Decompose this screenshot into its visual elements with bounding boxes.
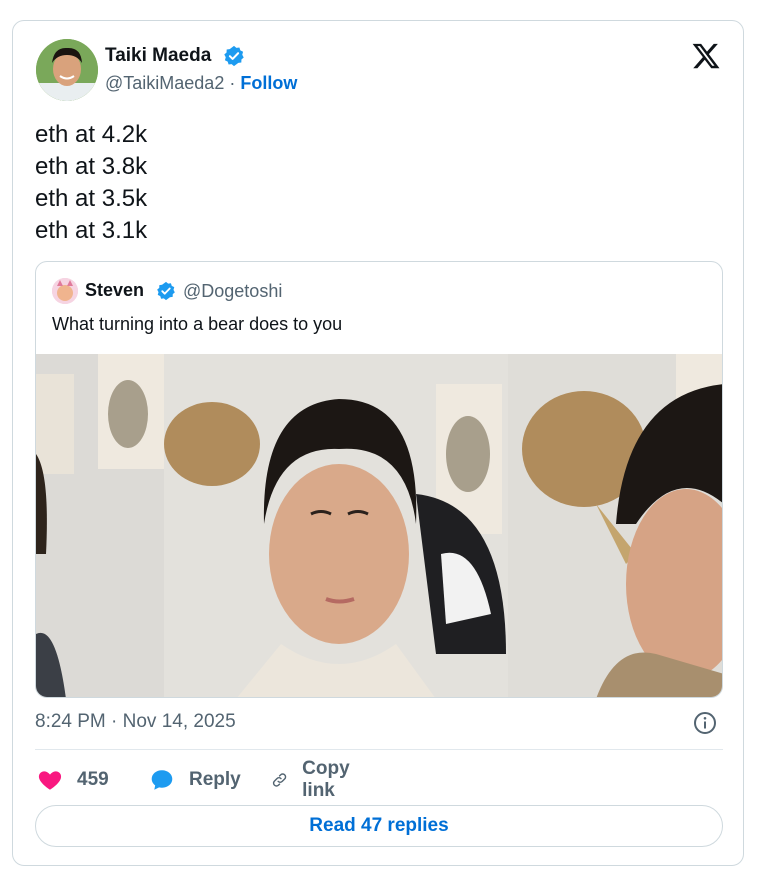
quoted-author-handle[interactable]: @Dogetoshi [183,281,282,302]
reply-bubble-icon [151,770,173,790]
x-logo-icon[interactable] [691,41,721,71]
tweet-text: eth at 4.2k eth at 3.8k eth at 3.5k eth … [35,119,147,247]
author-avatar[interactable] [36,39,98,101]
author-handle[interactable]: @TaikiMaeda2 [105,73,224,93]
quoted-tweet-text: What turning into a bear does to you [52,314,343,334]
author-name[interactable]: Taiki Maeda [105,45,211,67]
copy-link-label: Copy link [302,758,350,801]
tweet-line: eth at 3.5k [35,185,148,212]
reply-label: Reply [189,769,241,790]
read-replies-button[interactable]: Read 47 replies [35,805,723,847]
link-icon [272,773,287,787]
copy-link-button[interactable]: Copy link [271,758,359,801]
divider [35,749,723,750]
tweet-line: eth at 3.1k [35,217,148,244]
reply-button[interactable]: Reply [149,763,241,797]
tweet-timestamp[interactable]: 8:24 PM · Nov 14, 2025 [35,711,236,733]
heart-icon [38,771,62,790]
info-icon[interactable] [693,711,717,735]
tweet-line: eth at 3.8k [35,153,148,180]
author-handle-row: @TaikiMaeda2 · Follow [105,73,297,94]
tweet-card: Taiki Maeda @TaikiMaeda2 · Follow eth at… [12,20,744,866]
quoted-author-avatar[interactable] [52,278,78,304]
verified-badge-icon [157,281,175,301]
quoted-media-image[interactable] [36,354,722,697]
quoted-tweet[interactable]: Steven @Dogetoshi What turning into a be… [35,261,723,698]
verified-badge-icon [224,45,244,67]
like-count: 459 [77,769,109,790]
separator: · [229,73,236,93]
quoted-author-name[interactable]: Steven [85,280,144,301]
like-button[interactable]: 459 [37,763,109,797]
follow-button[interactable]: Follow [240,73,297,93]
tweet-line: eth at 4.2k [35,121,148,148]
